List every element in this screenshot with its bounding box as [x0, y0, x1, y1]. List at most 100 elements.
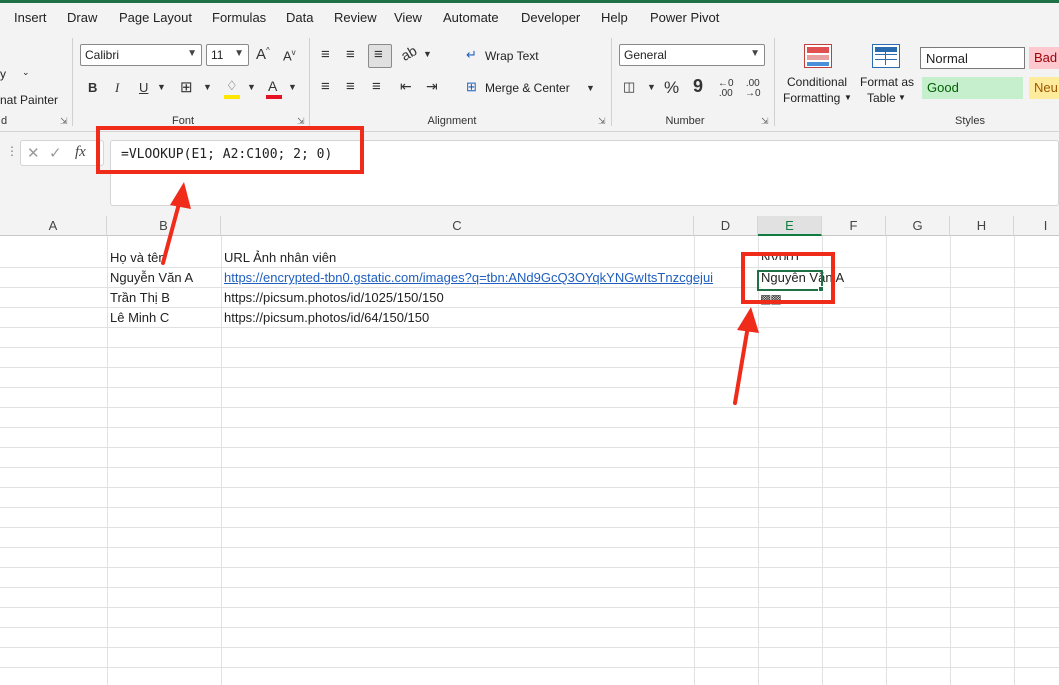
clipboard-group-label: d — [0, 115, 8, 127]
conditional-formatting-label-2[interactable]: Formatting — [783, 91, 840, 105]
cell-c1[interactable]: URL Ảnh nhân viên — [224, 248, 336, 268]
chevron-down-icon[interactable]: ▼ — [844, 93, 852, 102]
grid-line — [0, 487, 1059, 488]
tab-help[interactable]: Help — [601, 10, 628, 25]
column-header-a[interactable]: A — [0, 216, 107, 236]
number-format-value: General — [624, 48, 667, 62]
fill-color-icon[interactable]: ♢ — [223, 78, 241, 100]
column-header-b[interactable]: B — [107, 216, 221, 236]
conditional-formatting-label[interactable]: Conditional — [787, 75, 847, 89]
cell-c2-link[interactable]: https://encrypted-tbn0.gstatic.com/image… — [224, 268, 758, 288]
tab-insert[interactable]: Insert — [14, 10, 47, 25]
chevron-down-icon[interactable]: ▼ — [203, 82, 212, 92]
clipboard-launcher-icon[interactable]: ⇲ — [60, 116, 70, 126]
enter-icon[interactable]: ✓ — [49, 144, 62, 162]
align-left-icon[interactable]: ≡ — [321, 78, 330, 95]
tab-view[interactable]: View — [394, 10, 422, 25]
cell-b2[interactable]: Nguyễn Văn A — [110, 268, 193, 288]
orientation-icon[interactable]: ab — [398, 42, 419, 64]
tab-data[interactable]: Data — [286, 10, 313, 25]
tab-draw[interactable]: Draw — [67, 10, 97, 25]
percent-style-button[interactable]: % — [664, 78, 679, 98]
italic-button[interactable]: I — [115, 80, 119, 96]
chevron-down-icon[interactable]: ▼ — [586, 83, 595, 93]
borders-icon[interactable]: ⊞ — [180, 78, 193, 96]
align-bottom-button[interactable]: ≡ — [368, 44, 392, 68]
wrap-text-button[interactable]: Wrap Text — [485, 49, 539, 63]
align-center-icon[interactable]: ≡ — [346, 78, 355, 95]
formula-highlight-box — [96, 126, 364, 174]
merge-center-icon[interactable]: ⊞ — [466, 79, 477, 95]
increase-font-icon[interactable]: A^ — [256, 46, 270, 63]
align-right-icon[interactable]: ≡ — [372, 78, 381, 95]
cell-c4[interactable]: https://picsum.photos/id/64/150/150 — [224, 308, 429, 328]
tab-page-layout[interactable]: Page Layout — [119, 10, 192, 25]
column-header-f[interactable]: F — [822, 216, 886, 236]
chevron-down-icon[interactable]: ▼ — [157, 82, 166, 92]
style-normal-label: Normal — [926, 51, 968, 66]
bold-button[interactable]: B — [88, 80, 97, 95]
chevron-down-icon[interactable]: ▼ — [423, 49, 432, 59]
chevron-down-icon[interactable]: ▼ — [647, 82, 656, 92]
accounting-format-icon[interactable]: ◫ — [623, 79, 635, 95]
copy-dropdown-fragment[interactable]: y — [0, 67, 6, 81]
decrease-indent-icon[interactable]: ⇤ — [400, 78, 412, 95]
format-as-table-label-2[interactable]: Table — [867, 91, 896, 105]
column-header-i[interactable]: I — [1014, 216, 1059, 236]
font-color-icon[interactable]: A — [265, 78, 283, 100]
decrease-font-icon[interactable]: Av — [283, 48, 296, 63]
chevron-down-icon[interactable]: ▼ — [288, 82, 297, 92]
increase-indent-icon[interactable]: ⇥ — [426, 78, 438, 95]
style-neutral[interactable]: Neu — [1029, 77, 1059, 99]
decrease-decimal-icon[interactable]: .00 →0 — [745, 79, 761, 99]
cell-b4[interactable]: Lê Minh C — [110, 308, 169, 328]
tab-developer[interactable]: Developer — [521, 10, 580, 25]
column-header-h[interactable]: H — [950, 216, 1014, 236]
alignment-launcher-icon[interactable]: ⇲ — [598, 116, 608, 126]
chevron-down-icon: ▼ — [234, 48, 244, 59]
column-header-e[interactable]: E — [758, 216, 822, 236]
cell-b3[interactable]: Trần Thị B — [110, 288, 170, 308]
underline-button[interactable]: U — [139, 80, 148, 95]
column-header-g[interactable]: G — [886, 216, 950, 236]
format-as-table-label[interactable]: Format as — [860, 75, 914, 89]
style-good[interactable]: Good — [922, 77, 1023, 99]
chevron-down-icon[interactable]: ▼ — [898, 93, 906, 102]
cancel-icon[interactable]: ✕ — [27, 144, 40, 162]
alignment-group-label: Alignment — [427, 115, 477, 127]
cell-c3[interactable]: https://picsum.photos/id/1025/150/150 — [224, 288, 444, 308]
tab-automate[interactable]: Automate — [443, 10, 499, 25]
column-header-c[interactable]: C — [221, 216, 694, 236]
merge-center-button[interactable]: Merge & Center — [485, 81, 570, 95]
style-bad[interactable]: Bad — [1029, 47, 1059, 69]
format-as-table-icon[interactable] — [872, 44, 900, 68]
chevron-down-icon[interactable]: ▼ — [247, 82, 256, 92]
tab-formulas[interactable]: Formulas — [212, 10, 266, 25]
tab-power-pivot[interactable]: Power Pivot — [650, 10, 719, 25]
cell-b1[interactable]: Họ và tên — [110, 248, 166, 268]
group-separator — [774, 38, 775, 126]
align-top-icon[interactable]: ≡ — [321, 46, 330, 63]
conditional-formatting-icon[interactable] — [804, 44, 832, 68]
comma-style-button[interactable]: 9 — [693, 76, 703, 97]
column-header-d[interactable]: D — [694, 216, 758, 236]
increase-decimal-icon[interactable]: ←0.00 — [718, 79, 734, 99]
grid-line — [0, 647, 1059, 648]
vertical-dots-icon[interactable]: ⋮ — [6, 144, 18, 158]
align-middle-icon[interactable]: ≡ — [346, 46, 355, 63]
font-launcher-icon[interactable]: ⇲ — [297, 116, 307, 126]
number-format-select[interactable]: General ▼ — [619, 44, 765, 66]
format-painter-button[interactable]: nat Painter — [0, 93, 58, 107]
chevron-down-icon: ▼ — [187, 48, 197, 59]
font-size-select[interactable]: 11 ▼ — [206, 44, 249, 66]
wrap-text-icon[interactable]: ↵ — [466, 47, 477, 63]
chevron-down-icon[interactable]: ⌄ — [22, 67, 30, 78]
style-normal[interactable]: Normal — [920, 47, 1025, 69]
align-bottom-icon: ≡ — [374, 46, 383, 63]
font-name-select[interactable]: Calibri ▼ — [80, 44, 202, 66]
tab-review[interactable]: Review — [334, 10, 377, 25]
grid-line — [1014, 236, 1015, 685]
group-separator — [611, 38, 612, 126]
number-launcher-icon[interactable]: ⇲ — [761, 116, 771, 126]
insert-function-icon[interactable]: fx — [75, 144, 86, 161]
